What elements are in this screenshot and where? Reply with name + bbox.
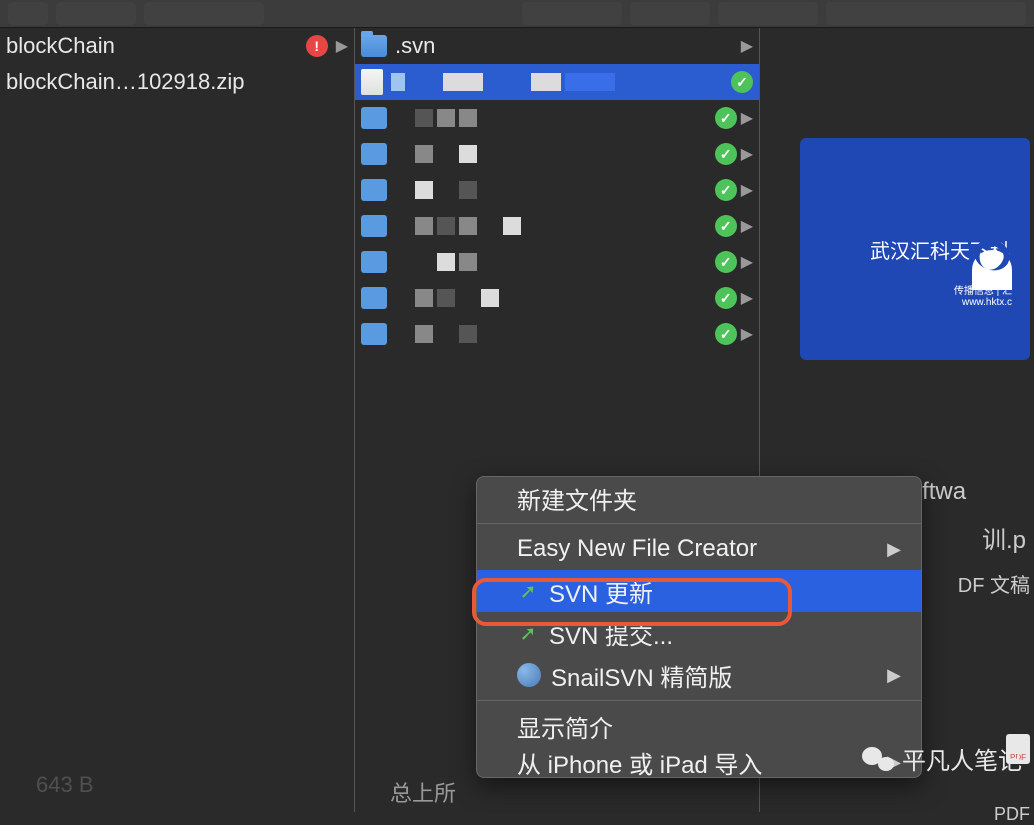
status-ok-icon: ✓ [731,71,753,93]
chevron-right-icon: ▶ [741,288,753,308]
toolbar-group[interactable] [630,2,710,25]
status-error-icon: ! [306,35,328,57]
chevron-right-icon: ▶ [741,216,753,236]
chevron-right-icon: ▶ [336,36,348,56]
menu-separator [477,700,921,701]
folder-icon [361,107,387,129]
menu-item-svn-update[interactable]: ➚ SVN 更新 [477,570,921,612]
menu-label: 从 iPhone 或 iPad 导入 [517,747,762,777]
menu-item-svn-commit[interactable]: ➚ SVN 提交... [477,612,921,654]
file-item-blurred[interactable]: ✓ ▶ [355,316,759,352]
size-text: 643 B [36,772,94,798]
folder-icon [361,323,387,345]
context-menu: 新建文件夹 Easy New File Creator ▶ ➚ SVN 更新 ➚… [476,476,922,778]
menu-item-get-info[interactable]: 显示简介 [477,705,921,747]
chevron-right-icon: ▶ [741,252,753,272]
status-ok-icon: ✓ [715,143,737,165]
toolbar-group[interactable] [56,2,136,25]
menu-separator [477,523,921,524]
snail-icon [517,663,541,687]
menu-item-easy-new-file[interactable]: Easy New File Creator ▶ [477,528,921,570]
menu-item-snailsvn[interactable]: SnailSVN 精简版 ▶ [477,654,921,696]
file-item-blurred[interactable]: ✓ ▶ [355,100,759,136]
folder-icon [361,143,387,165]
toolbar-group[interactable] [8,2,48,25]
folder-icon [361,287,387,309]
folder-icon [361,179,387,201]
toolbar-group[interactable] [522,2,622,25]
item-label: .svn [395,33,733,59]
menu-label: 新建文件夹 [517,481,637,516]
status-ok-icon: ✓ [715,251,737,273]
file-item-zip[interactable]: blockChain…102918.zip [0,64,354,100]
powerpoint-icon [361,69,383,95]
status-ok-icon: ✓ [715,107,737,129]
file-item-selected[interactable]: ✓ [355,64,759,100]
status-ok-icon: ✓ [715,287,737,309]
chevron-right-icon: ▶ [741,36,753,56]
finder-toolbar [0,0,1034,28]
file-item-blurred[interactable]: ✓ ▶ [355,172,759,208]
item-label: blockChain…102918.zip [6,69,348,95]
folder-icon [361,215,387,237]
chevron-right-icon: ▶ [741,144,753,164]
menu-item-new-folder[interactable]: 新建文件夹 [477,477,921,519]
column-left: blockChain ! ▶ blockChain…102918.zip [0,28,355,812]
toolbar-group[interactable] [718,2,818,25]
chevron-right-icon: ▶ [741,108,753,128]
menu-label: Easy New File Creator [517,535,757,563]
folder-item-svn[interactable]: .svn ▶ [355,28,759,64]
toolbar-group[interactable] [826,2,1026,25]
svn-commit-icon: ➚ [517,622,539,644]
pdf-label: PDF [794,804,1034,825]
chevron-right-icon: ▶ [887,665,901,686]
file-item-blurred[interactable]: ✓ ▶ [355,136,759,172]
svn-update-icon: ➚ [517,580,539,602]
file-item-blurred[interactable]: ✓ ▶ [355,244,759,280]
status-ok-icon: ✓ [715,215,737,237]
status-ok-icon: ✓ [715,323,737,345]
folder-icon [361,251,387,273]
menu-label: SVN 更新 [549,574,653,609]
menu-item-import-iphone[interactable]: 从 iPhone 或 iPad 导入 ▶ [477,747,921,777]
toolbar-group[interactable] [144,2,264,25]
chevron-right-icon: ▶ [741,324,753,344]
chevron-right-icon: ▶ [887,539,901,560]
folder-icon [361,35,387,57]
preview-subtext: 传播信息 | 汇 www.hktx.c [954,282,1012,308]
item-label-blurred [391,73,723,91]
preview-thumbnail: 武汉汇科天下科 传播信息 | 汇 www.hktx.c [800,138,1030,360]
partial-text: 总上所 [390,776,456,808]
menu-label: SVN 提交... [549,616,673,651]
status-ok-icon: ✓ [715,179,737,201]
menu-label: SnailSVN 精简版 [551,658,732,693]
folder-item-blockchain[interactable]: blockChain ! ▶ [0,28,354,64]
chevron-right-icon: ▶ [741,180,753,200]
item-label: blockChain [6,33,298,59]
watermark: 平凡人笔记 [862,741,1022,776]
watermark-text: 平凡人笔记 [902,741,1022,776]
wechat-icon [862,745,894,773]
menu-label: 显示简介 [517,709,613,744]
file-item-blurred[interactable]: ✓ ▶ [355,280,759,316]
file-item-blurred[interactable]: ✓ ▶ [355,208,759,244]
